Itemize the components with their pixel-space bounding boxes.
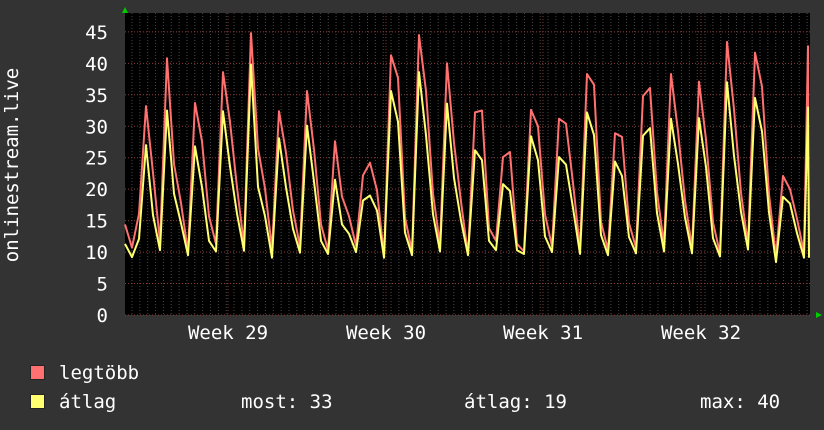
- stat-avg: átlag: 19: [464, 391, 567, 413]
- legend-swatch-avg: [30, 394, 45, 409]
- y-tick-label: 5: [97, 274, 108, 296]
- stat-now: most: 33: [241, 391, 333, 413]
- y-tick-label: 25: [85, 148, 108, 170]
- stat-now-label: most:: [241, 391, 299, 413]
- y-tick-label: 45: [85, 22, 108, 44]
- x-axis-arrow-icon: [816, 312, 822, 318]
- x-tick-label: Week 32: [661, 322, 741, 344]
- x-tick-label: Week 29: [188, 322, 268, 344]
- y-axis-arrow-icon: [122, 7, 128, 13]
- y-axis-label: onlinestream.live: [1, 68, 23, 262]
- stat-now-value: 33: [309, 391, 333, 413]
- y-tick-label: 0: [97, 305, 108, 327]
- legend-swatch-max: [30, 365, 45, 380]
- legend-label-max: legtöbb: [59, 362, 140, 384]
- stat-max: max: 40: [700, 391, 780, 413]
- y-tick-label: 15: [85, 211, 108, 233]
- y-tick-label: 20: [85, 179, 108, 201]
- legend-item-avg: átlag: [30, 391, 116, 413]
- y-tick-label: 30: [85, 116, 108, 138]
- x-tick-label: Week 30: [346, 322, 426, 344]
- stat-max-label: max:: [700, 391, 746, 413]
- stat-avg-label: átlag:: [464, 391, 533, 413]
- y-tick-label: 40: [85, 53, 108, 75]
- y-tick-label: 35: [85, 85, 108, 107]
- stat-max-value: 40: [757, 391, 781, 413]
- x-tick-label: Week 31: [503, 322, 583, 344]
- y-tick-labels: 0 5 10 15 20 25 30 35 40 45: [85, 22, 108, 327]
- legend-label-avg: átlag: [59, 391, 117, 413]
- legend-item-max: legtöbb: [30, 362, 139, 384]
- stat-avg-value: 19: [544, 391, 567, 413]
- x-tick-labels: Week 29 Week 30 Week 31 Week 32: [188, 322, 741, 344]
- y-tick-label: 10: [85, 242, 108, 264]
